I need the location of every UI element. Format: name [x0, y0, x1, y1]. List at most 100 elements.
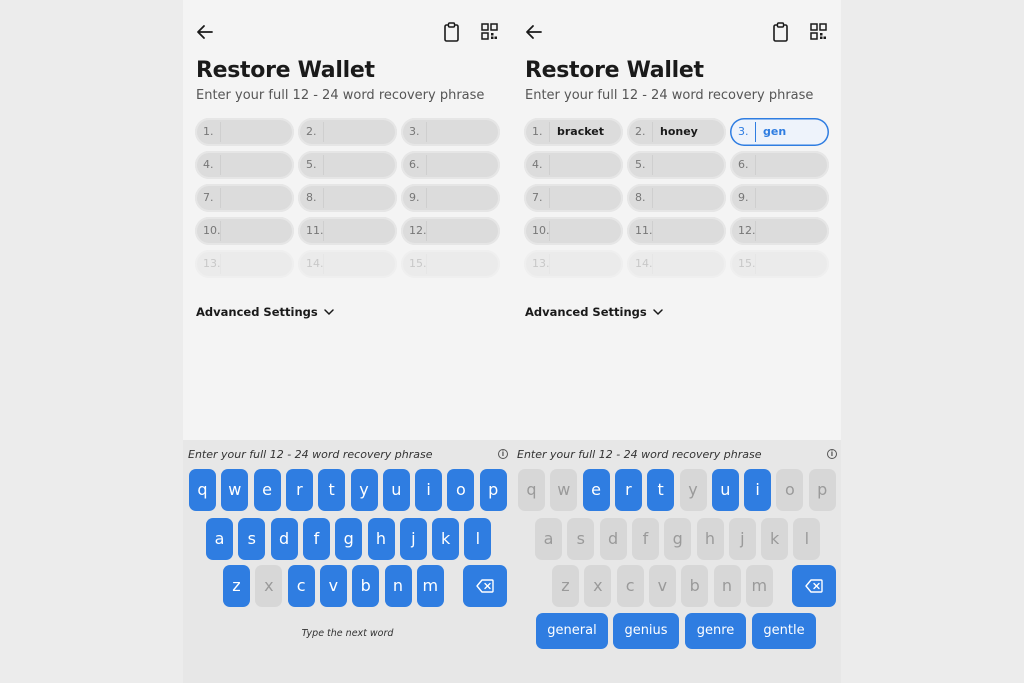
clipboard-icon[interactable] — [442, 20, 462, 44]
key-a[interactable]: a — [535, 518, 562, 560]
word-field-8[interactable]: 8. — [627, 184, 726, 212]
clipboard-icon[interactable] — [771, 20, 791, 44]
key-v[interactable]: v — [648, 565, 676, 607]
advanced-settings-toggle[interactable]: Advanced Settings — [525, 305, 663, 319]
word-field-14[interactable]: 14. — [298, 250, 397, 278]
key-w[interactable]: w — [550, 469, 578, 511]
key-x[interactable]: x — [255, 565, 283, 607]
word-field-6[interactable]: 6. — [401, 151, 500, 179]
word-field-2[interactable]: 2. honey — [627, 118, 726, 146]
key-a[interactable]: a — [206, 518, 233, 560]
key-t[interactable]: t — [318, 469, 346, 511]
key-n[interactable]: n — [713, 565, 741, 607]
word-field-6[interactable]: 6. — [730, 151, 829, 179]
key-h[interactable]: h — [696, 518, 724, 560]
key-w[interactable]: w — [221, 469, 249, 511]
key-q[interactable]: q — [189, 469, 216, 511]
key-b[interactable]: b — [352, 565, 380, 607]
word-field-10[interactable]: 10. — [524, 217, 623, 245]
key-r[interactable]: r — [285, 469, 313, 511]
key-t[interactable]: t — [647, 469, 675, 511]
word-field-12[interactable]: 12. — [401, 217, 500, 245]
word-field-4[interactable]: 4. — [524, 151, 623, 179]
key-m[interactable]: m — [745, 565, 773, 607]
key-z[interactable]: z — [552, 565, 579, 607]
info-icon[interactable]: i — [498, 449, 508, 459]
word-field-15[interactable]: 15. — [730, 250, 829, 278]
word-field-3[interactable]: 3. — [401, 118, 500, 146]
back-arrow-icon[interactable] — [195, 20, 215, 44]
back-arrow-icon[interactable] — [524, 20, 544, 44]
key-u[interactable]: u — [382, 469, 410, 511]
word-field-11[interactable]: 11. — [298, 217, 397, 245]
key-b[interactable]: b — [681, 565, 709, 607]
qr-code-icon[interactable] — [809, 21, 829, 43]
info-icon[interactable]: i — [827, 449, 837, 459]
backspace-key[interactable] — [792, 565, 836, 607]
key-g[interactable]: g — [335, 518, 363, 560]
key-d[interactable]: d — [270, 518, 298, 560]
advanced-settings-toggle[interactable]: Advanced Settings — [196, 305, 334, 319]
word-field-5[interactable]: 5. — [627, 151, 726, 179]
word-field-15[interactable]: 15. — [401, 250, 500, 278]
key-x[interactable]: x — [584, 565, 612, 607]
key-e[interactable]: e — [582, 469, 610, 511]
key-p[interactable]: p — [808, 469, 836, 511]
word-field-9[interactable]: 9. — [401, 184, 500, 212]
word-field-4[interactable]: 4. — [195, 151, 294, 179]
key-d[interactable]: d — [599, 518, 627, 560]
key-k[interactable]: k — [761, 518, 789, 560]
key-i[interactable]: i — [744, 469, 772, 511]
key-j[interactable]: j — [728, 518, 756, 560]
word-field-1[interactable]: 1. bracket — [524, 118, 623, 146]
key-s[interactable]: s — [238, 518, 266, 560]
suggestion-genre[interactable]: genre — [685, 613, 746, 649]
key-s[interactable]: s — [567, 518, 595, 560]
key-f[interactable]: f — [302, 518, 330, 560]
key-y[interactable]: y — [350, 469, 378, 511]
key-n[interactable]: n — [384, 565, 412, 607]
suggestion-gentle[interactable]: gentle — [752, 613, 816, 649]
word-field-2[interactable]: 2. — [298, 118, 397, 146]
key-f[interactable]: f — [631, 518, 659, 560]
key-l[interactable]: l — [464, 518, 492, 560]
word-field-12[interactable]: 12. — [730, 217, 829, 245]
key-e[interactable]: e — [253, 469, 281, 511]
backspace-key[interactable] — [463, 565, 507, 607]
key-o[interactable]: o — [447, 469, 475, 511]
key-i[interactable]: i — [415, 469, 443, 511]
word-field-14[interactable]: 14. — [627, 250, 726, 278]
key-p[interactable]: p — [479, 469, 507, 511]
word-field-9[interactable]: 9. — [730, 184, 829, 212]
qr-code-icon[interactable] — [480, 21, 500, 43]
word-field-11[interactable]: 11. — [627, 217, 726, 245]
key-q[interactable]: q — [518, 469, 545, 511]
key-j[interactable]: j — [399, 518, 427, 560]
divider — [426, 155, 427, 175]
word-field-13[interactable]: 13. — [195, 250, 294, 278]
word-field-5[interactable]: 5. — [298, 151, 397, 179]
key-h[interactable]: h — [367, 518, 395, 560]
key-c[interactable]: c — [287, 565, 315, 607]
key-k[interactable]: k — [432, 518, 460, 560]
word-field-10[interactable]: 10. — [195, 217, 294, 245]
key-o[interactable]: o — [776, 469, 804, 511]
key-m[interactable]: m — [416, 565, 444, 607]
key-z[interactable]: z — [223, 565, 250, 607]
key-y[interactable]: y — [679, 469, 707, 511]
key-r[interactable]: r — [614, 469, 642, 511]
key-c[interactable]: c — [616, 565, 644, 607]
key-u[interactable]: u — [711, 469, 739, 511]
word-field-1[interactable]: 1. — [195, 118, 294, 146]
suggestion-genius[interactable]: genius — [613, 613, 679, 649]
word-field-8[interactable]: 8. — [298, 184, 397, 212]
key-v[interactable]: v — [319, 565, 347, 607]
word-field-3[interactable]: 3. gen — [730, 118, 829, 146]
key-g[interactable]: g — [664, 518, 692, 560]
word-field-7[interactable]: 7. — [195, 184, 294, 212]
word-field-7[interactable]: 7. — [524, 184, 623, 212]
backspace-icon — [476, 579, 494, 593]
suggestion-general[interactable]: general — [536, 613, 608, 649]
key-l[interactable]: l — [793, 518, 821, 560]
word-field-13[interactable]: 13. — [524, 250, 623, 278]
